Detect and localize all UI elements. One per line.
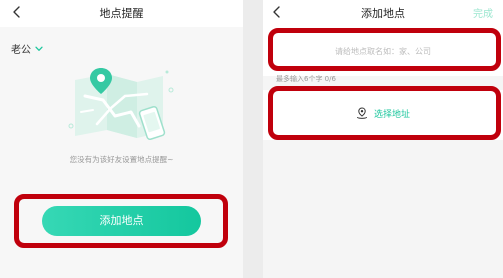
done-button[interactable]: 完成 [473, 5, 493, 20]
screen-divider [243, 0, 263, 278]
page-title: 添加地点 [361, 7, 405, 20]
chevron-down-icon [35, 44, 43, 55]
highlight-box-add-location [14, 194, 228, 248]
friend-selector[interactable]: 老公 [11, 41, 43, 56]
empty-state-message: 您没有为该好友设置地点提醒~ [69, 155, 174, 164]
map-phone-illustration [67, 66, 177, 150]
name-length-hint: 最多输入6个字 0/6 [276, 75, 336, 83]
highlight-box-name-input [268, 28, 501, 71]
friend-name: 老公 [11, 45, 31, 56]
highlight-box-select-address [268, 86, 501, 140]
page-title: 地点提醒 [99, 7, 144, 20]
nav-bar: 添加地点 完成 [263, 0, 503, 27]
nav-bar: 地点提醒 [0, 0, 243, 27]
